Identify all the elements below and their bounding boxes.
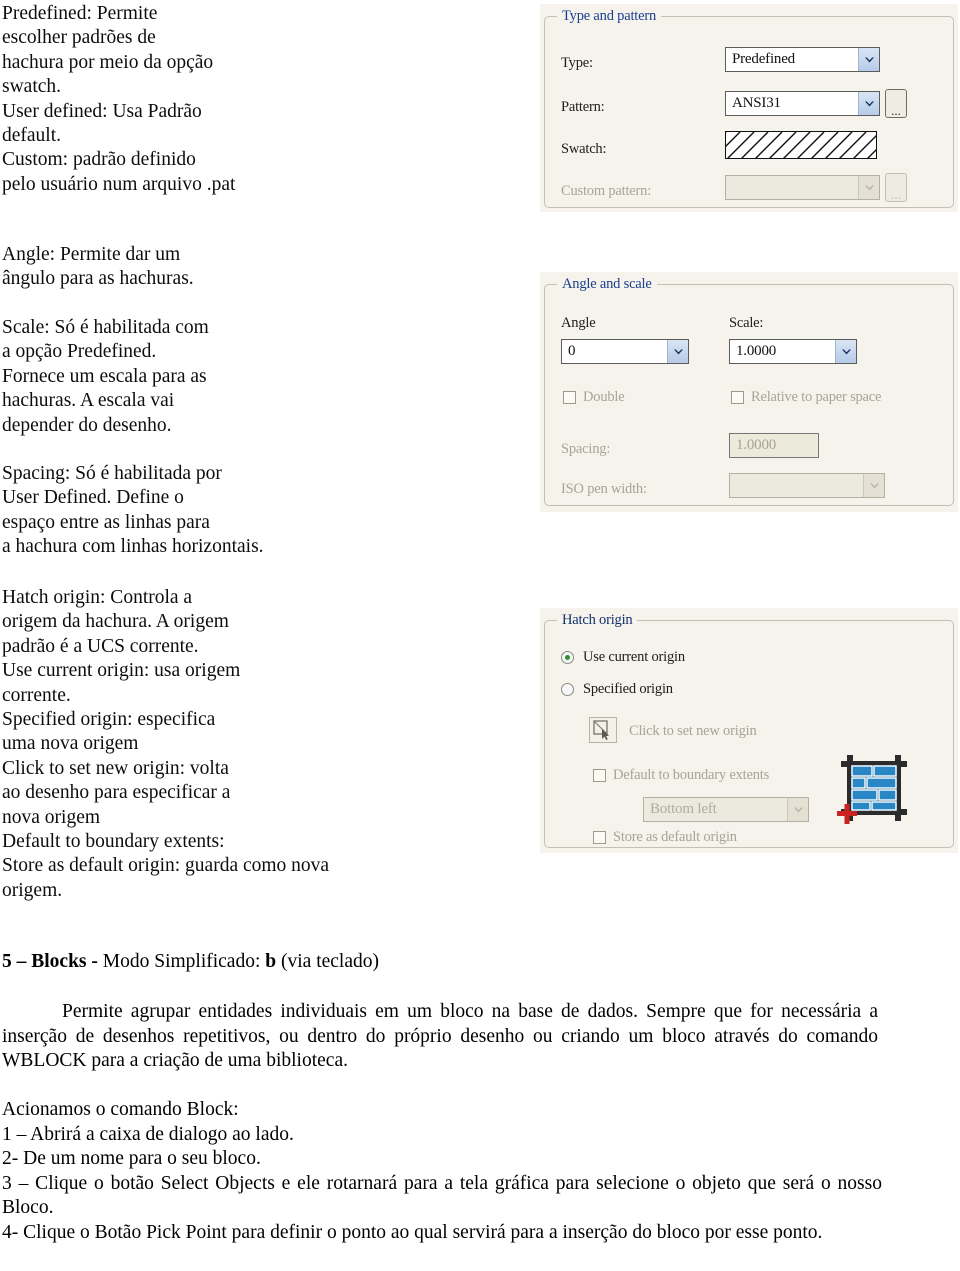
scale-combo-value: 1.0000	[736, 343, 777, 359]
group-title-hatch-origin: Hatch origin	[557, 612, 638, 629]
pattern-combo[interactable]: ANSI31	[725, 91, 880, 116]
spacing-field: 1.0000	[729, 433, 819, 458]
text-block-scale: Scale: Só é habilitada com a opção Prede…	[2, 317, 209, 436]
list-item: 1 – Abrirá a caixa de dialogo ao lado.	[2, 1123, 294, 1145]
label-custom-pattern: Custom pattern:	[561, 183, 652, 199]
boundary-extents-combo: Bottom left	[643, 797, 809, 822]
scale-combo[interactable]: 1.0000	[729, 339, 857, 364]
group-type-and-pattern: Type and pattern Type: Predefined Patter…	[544, 8, 954, 208]
group-title-type-and-pattern: Type and pattern	[557, 8, 662, 25]
hatch-origin-preview-icon	[833, 747, 917, 831]
double-checkbox	[563, 391, 576, 404]
list-item: 4- Clique o Botão Pick Point para defini…	[2, 1221, 823, 1243]
angle-combo-value: 0	[568, 343, 576, 359]
label-default-to-boundary-extents: Default to boundary extents	[613, 767, 770, 783]
click-to-set-new-origin-button	[589, 717, 617, 743]
group-title-angle-and-scale: Angle and scale	[557, 276, 657, 293]
blocks-section-heading: 5 – Blocks - Modo Simplificado: b (via t…	[2, 950, 902, 974]
chevron-down-icon[interactable]	[858, 48, 879, 71]
screenshot-angle-and-scale: Angle and scale Angle 0 Scale: 1.0000 Do…	[540, 272, 958, 512]
store-as-default-origin-checkbox	[593, 831, 606, 844]
relative-to-paper-space-checkbox	[731, 391, 744, 404]
label-click-to-set-new-origin: Click to set new origin	[629, 723, 757, 739]
set-origin-cursor-icon	[593, 720, 609, 740]
blocks-heading-key: b	[265, 951, 277, 972]
blocks-heading-mode: Modo Simplificado:	[102, 951, 266, 972]
type-combo-value: Predefined	[732, 51, 795, 67]
group-angle-and-scale: Angle and scale Angle 0 Scale: 1.0000 Do…	[544, 276, 954, 506]
label-iso-pen-width: ISO pen width:	[561, 481, 647, 497]
iso-pen-width-combo	[729, 473, 885, 498]
label-specified-origin: Specified origin	[583, 681, 673, 697]
pattern-combo-value: ANSI31	[732, 95, 781, 111]
chevron-down-icon[interactable]	[667, 340, 688, 363]
text-block-predefined: Predefined: Permite escolher padrões de …	[2, 3, 236, 195]
blocks-heading-number: 5 – Blocks	[2, 951, 87, 972]
label-spacing: Spacing:	[561, 441, 611, 457]
screenshot-type-and-pattern: Type and pattern Type: Predefined Patter…	[540, 4, 958, 212]
chevron-down-icon	[863, 474, 884, 497]
blocks-heading-separator: -	[86, 951, 103, 972]
hatch-pattern-ansi31-icon	[726, 132, 876, 158]
label-scale: Scale:	[729, 315, 764, 331]
label-relative-to-paper-space: Relative to paper space	[751, 389, 882, 405]
angle-combo[interactable]: 0	[561, 339, 689, 364]
chevron-down-icon	[858, 176, 879, 199]
label-pattern: Pattern:	[561, 99, 605, 115]
pattern-browse-button[interactable]: ...	[885, 89, 907, 118]
custom-pattern-combo	[725, 175, 880, 200]
blocks-section-steps: Acionamos o comando Block: 1 – Abrirá a …	[2, 1098, 882, 1245]
label-store-as-default-origin: Store as default origin	[613, 829, 737, 845]
text-block-angle: Angle: Permite dar um ângulo para as hac…	[2, 244, 194, 290]
specified-origin-radio[interactable]	[561, 683, 574, 696]
steps-intro: Acionamos o comando Block:	[2, 1099, 239, 1120]
custom-pattern-browse-button: ...	[885, 173, 907, 202]
chevron-down-icon	[787, 798, 808, 821]
type-combo[interactable]: Predefined	[725, 47, 880, 72]
use-current-origin-radio[interactable]	[561, 651, 574, 664]
text-block-spacing: Spacing: Só é habilitada por User Define…	[2, 463, 264, 558]
screenshot-hatch-origin: Hatch origin Use current origin Specifie…	[540, 608, 958, 853]
text-block-hatch-origin: Hatch origin: Controla a origem da hachu…	[2, 587, 330, 901]
label-use-current-origin: Use current origin	[583, 649, 685, 665]
list-item: 3 – Clique o botão Select Objects e ele …	[2, 1172, 882, 1219]
pattern-swatch[interactable]	[725, 131, 877, 159]
blocks-heading-tail: (via teclado)	[276, 951, 379, 972]
label-angle: Angle	[561, 315, 596, 331]
label-type: Type:	[561, 55, 593, 71]
default-to-boundary-extents-checkbox	[593, 769, 606, 782]
chevron-down-icon[interactable]	[835, 340, 856, 363]
blocks-section-paragraph: Permite agrupar entidades individuais em…	[2, 1001, 878, 1071]
chevron-down-icon[interactable]	[858, 92, 879, 115]
label-double: Double	[583, 389, 625, 405]
label-swatch: Swatch:	[561, 141, 607, 157]
list-item: 2- De um nome para o seu bloco.	[2, 1148, 261, 1169]
boundary-extents-value: Bottom left	[650, 801, 717, 817]
group-hatch-origin: Hatch origin Use current origin Specifie…	[544, 612, 954, 848]
